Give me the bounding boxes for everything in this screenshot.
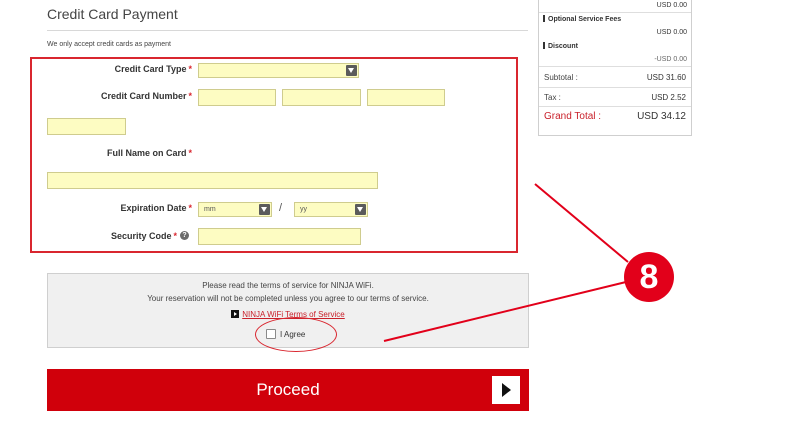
step-number-badge: 8 [624, 252, 674, 302]
callout-line-agree [383, 281, 627, 342]
annotation-lines [383, 183, 629, 342]
callout-line-form [534, 183, 629, 263]
